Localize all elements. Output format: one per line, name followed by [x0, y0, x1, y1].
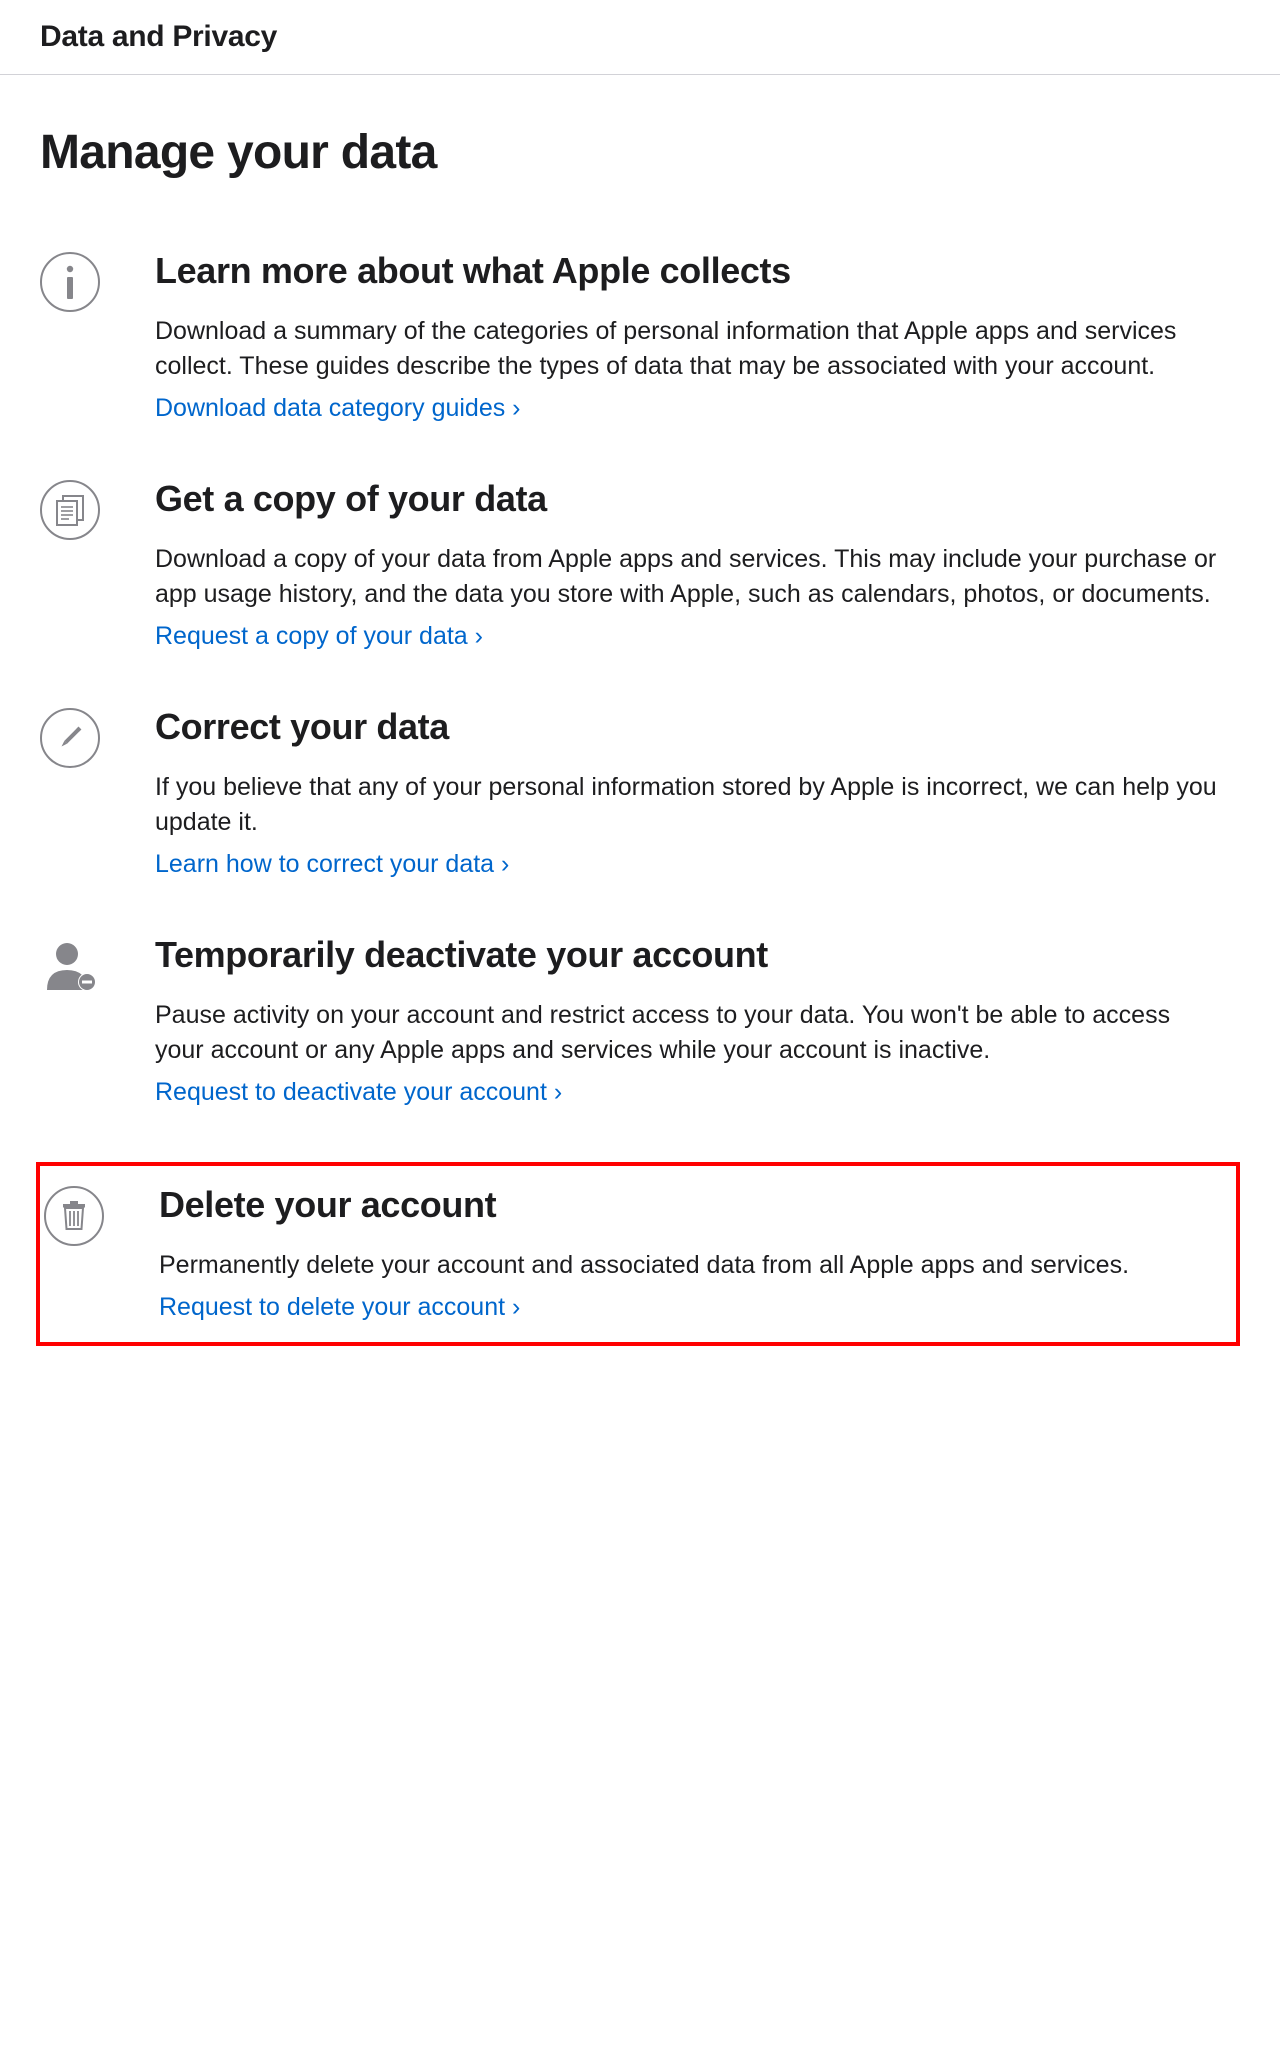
section-body: Learn more about what Apple collects Dow…	[155, 250, 1240, 423]
content: Manage your data Learn more about what A…	[0, 75, 1280, 1386]
pencil-icon	[40, 708, 100, 768]
section-learn-more: Learn more about what Apple collects Dow…	[40, 250, 1240, 478]
section-body: Get a copy of your data Download a copy …	[155, 478, 1240, 651]
user-minus-icon	[40, 936, 100, 996]
section-desc: Permanently delete your account and asso…	[159, 1248, 1216, 1283]
section-title: Get a copy of your data	[155, 478, 1220, 520]
section-body: Temporarily deactivate your account Paus…	[155, 934, 1240, 1107]
info-icon	[40, 252, 100, 312]
page-title: Manage your data	[40, 125, 1240, 180]
section-body: Delete your account Permanently delete y…	[159, 1184, 1236, 1322]
request-copy-link[interactable]: Request a copy of your data	[155, 622, 483, 651]
section-get-copy: Get a copy of your data Download a copy …	[40, 478, 1240, 706]
section-title: Temporarily deactivate your account	[155, 934, 1220, 976]
page-header: Data and Privacy	[0, 0, 1280, 75]
trash-icon	[44, 1186, 104, 1246]
correct-data-link[interactable]: Learn how to correct your data	[155, 850, 509, 879]
section-body: Correct your data If you believe that an…	[155, 706, 1240, 879]
delete-account-link[interactable]: Request to delete your account	[159, 1293, 520, 1322]
section-desc: Pause activity on your account and restr…	[155, 998, 1220, 1068]
section-title: Correct your data	[155, 706, 1220, 748]
section-title: Delete your account	[159, 1184, 1216, 1226]
section-desc: If you believe that any of your personal…	[155, 770, 1220, 840]
section-delete: Delete your account Permanently delete y…	[36, 1162, 1240, 1346]
section-correct: Correct your data If you believe that an…	[40, 706, 1240, 934]
document-icon	[40, 480, 100, 540]
header-title: Data and Privacy	[40, 20, 1240, 54]
section-desc: Download a summary of the categories of …	[155, 314, 1220, 384]
deactivate-account-link[interactable]: Request to deactivate your account	[155, 1078, 562, 1107]
section-title: Learn more about what Apple collects	[155, 250, 1220, 292]
section-deactivate: Temporarily deactivate your account Paus…	[40, 934, 1240, 1162]
section-desc: Download a copy of your data from Apple …	[155, 542, 1220, 612]
download-guides-link[interactable]: Download data category guides	[155, 394, 521, 423]
